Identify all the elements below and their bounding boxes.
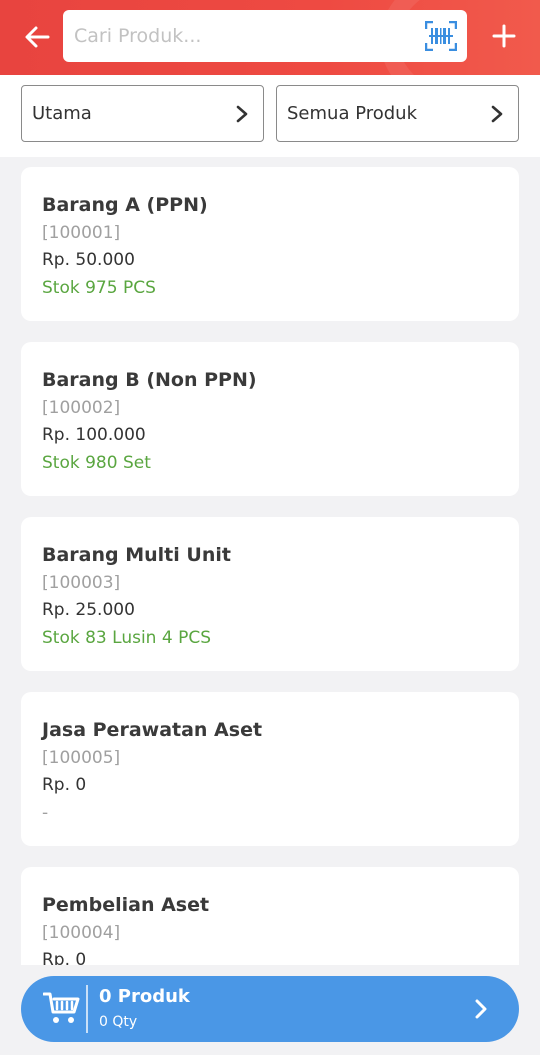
product-code: [100001]: [42, 223, 121, 243]
plus-icon: [492, 24, 516, 48]
product-name: Pembelian Aset: [42, 894, 210, 916]
add-product-button[interactable]: [488, 20, 520, 52]
category-filter-label: Utama: [32, 103, 92, 124]
back-arrow-icon: [25, 26, 50, 48]
product-name: Barang A (PPN): [42, 194, 208, 216]
filter-bar: Utama Semua Produk: [0, 75, 540, 157]
cart-divider: [86, 985, 88, 1033]
product-filter-label: Semua Produk: [287, 103, 418, 124]
product-code: [100003]: [42, 573, 121, 593]
product-code: [100004]: [42, 923, 121, 943]
chevron-right-icon: [491, 105, 503, 122]
product-price: Rp. 50.000: [42, 250, 135, 270]
product-name: Jasa Perawatan Aset: [42, 719, 263, 741]
product-price: Rp. 25.000: [42, 600, 135, 620]
cart-button[interactable]: 0 Produk 0 Qty: [21, 976, 519, 1042]
barcode-scan-button[interactable]: [424, 20, 458, 52]
search-input[interactable]: [63, 10, 413, 62]
product-stock: Stok 980 Set: [42, 453, 151, 473]
product-stock: -: [42, 803, 49, 823]
product-code: [100005]: [42, 748, 121, 768]
chevron-right-icon: [475, 999, 487, 1019]
product-card[interactable]: Barang Multi Unit [100003] Rp. 25.000 St…: [21, 517, 519, 671]
chevron-right-icon: [236, 105, 248, 122]
product-code: [100002]: [42, 398, 121, 418]
product-card[interactable]: Jasa Perawatan Aset [100005] Rp. 0 -: [21, 692, 519, 846]
product-price: Rp. 0: [42, 775, 87, 795]
bottom-bar: 0 Produk 0 Qty: [0, 965, 540, 1055]
category-filter-button[interactable]: Utama: [21, 85, 264, 142]
product-filter-button[interactable]: Semua Produk: [276, 85, 519, 142]
search-bar: [63, 10, 467, 62]
cart-qty: 0 Qty: [99, 1014, 138, 1030]
product-name: Barang Multi Unit: [42, 544, 231, 566]
product-card[interactable]: Barang A (PPN) [100001] Rp. 50.000 Stok …: [21, 167, 519, 321]
back-button[interactable]: [20, 20, 54, 54]
cart-product-count: 0 Produk: [99, 986, 190, 1007]
product-name: Barang B (Non PPN): [42, 369, 257, 391]
product-stock: Stok 83 Lusin 4 PCS: [42, 628, 211, 648]
barcode-scan-icon: [424, 20, 458, 52]
app-bar: [0, 0, 540, 75]
product-card[interactable]: Barang B (Non PPN) [100002] Rp. 100.000 …: [21, 342, 519, 496]
product-price: Rp. 100.000: [42, 425, 146, 445]
shopping-cart-icon: [43, 992, 80, 1023]
product-stock: Stok 975 PCS: [42, 278, 156, 298]
